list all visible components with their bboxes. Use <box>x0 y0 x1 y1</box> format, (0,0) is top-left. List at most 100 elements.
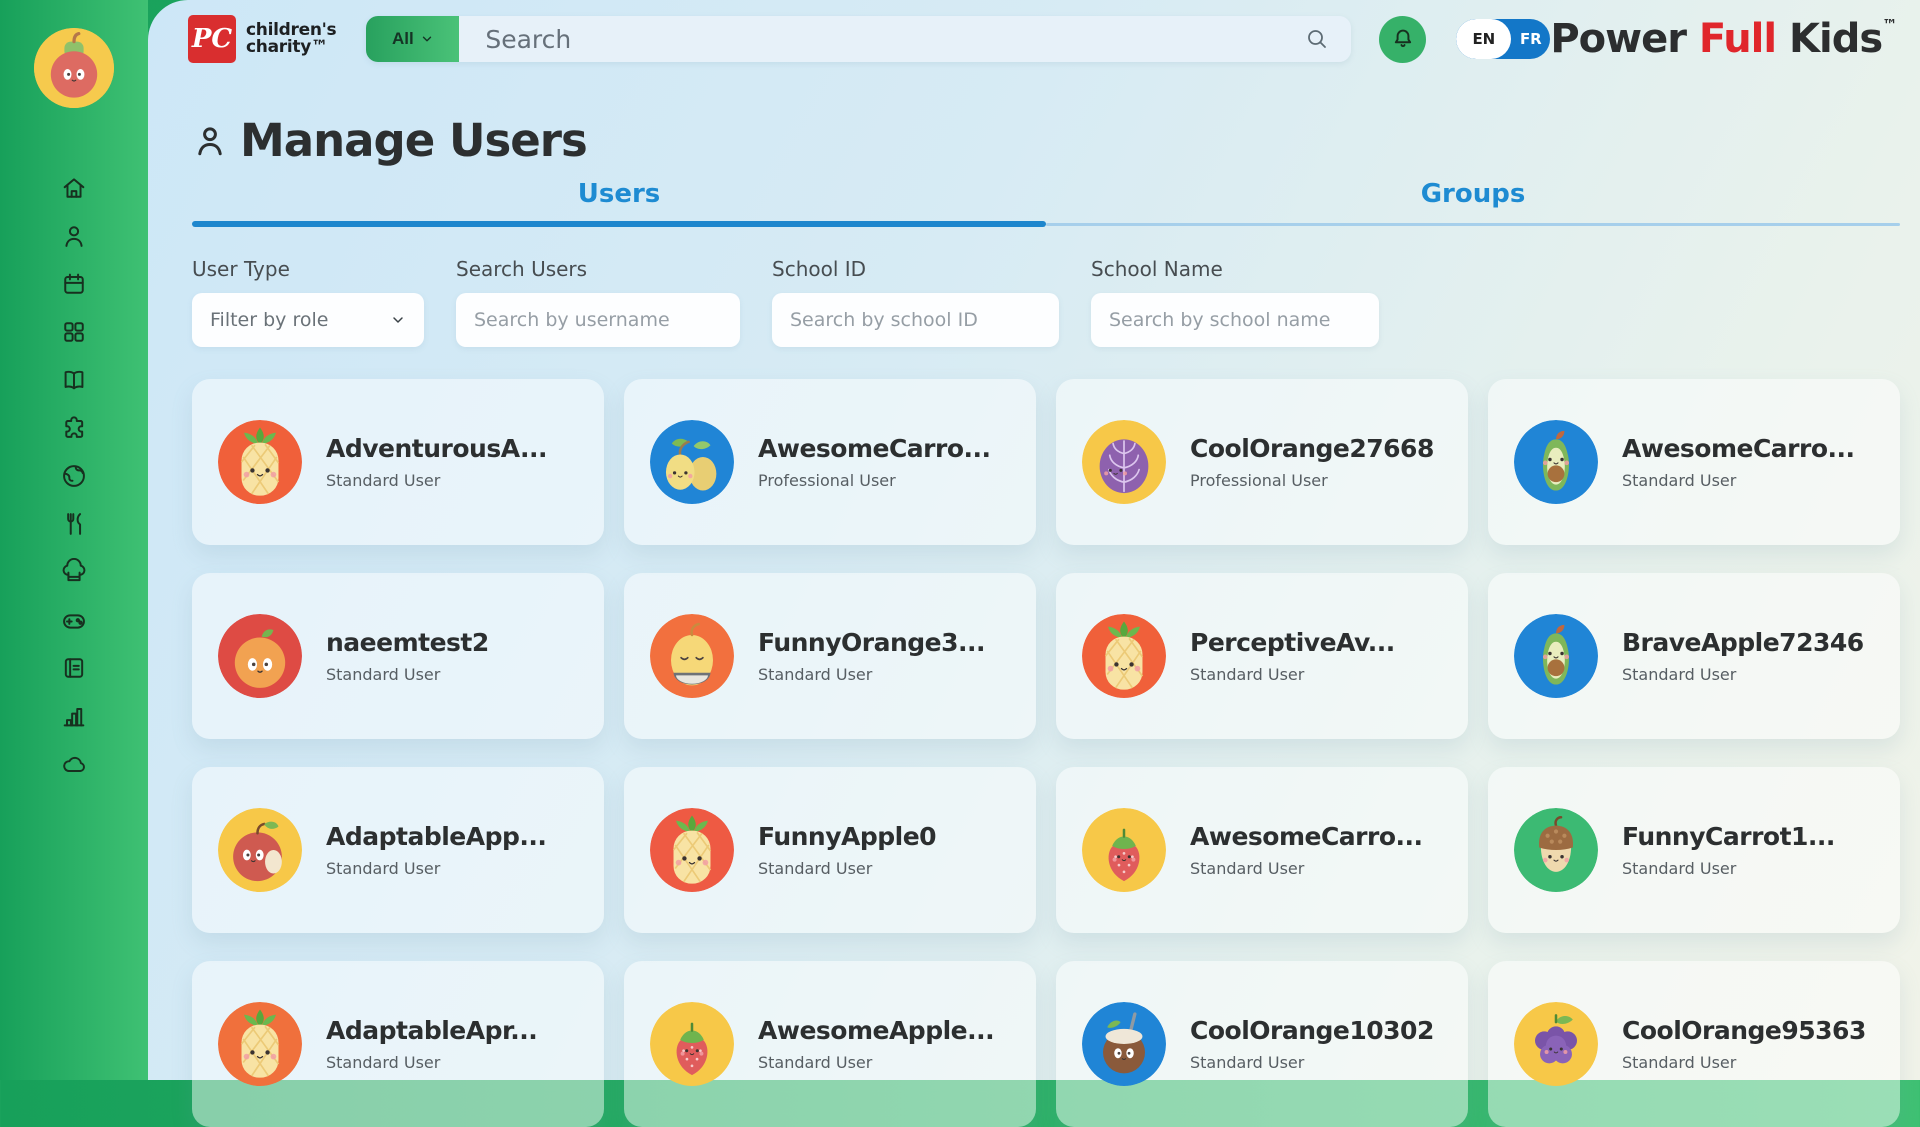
user-role: Standard User <box>326 1053 537 1072</box>
cloud-icon <box>60 750 88 778</box>
pineapple-avatar <box>218 1002 302 1086</box>
language-fr[interactable]: FR <box>1511 19 1550 59</box>
sidebar <box>0 0 148 1080</box>
user-card[interactable]: AwesomeApple... Standard User <box>624 961 1036 1127</box>
search-icon[interactable] <box>1305 27 1329 51</box>
sidebar-item-chef-hat[interactable] <box>60 558 88 586</box>
user-name: AdaptableApr... <box>326 1016 537 1045</box>
tabs: Users Groups <box>192 179 1900 227</box>
user-card[interactable]: PerceptiveAv... Standard User <box>1056 573 1468 739</box>
user-type-select[interactable]: Filter by role <box>192 293 424 347</box>
search-scope-button[interactable]: All <box>366 16 459 62</box>
coconut-drink-avatar <box>1082 1002 1166 1086</box>
user-name: CoolOrange27668 <box>1190 434 1434 463</box>
sidebar-item-calendar[interactable] <box>60 270 88 298</box>
search-input[interactable] <box>459 16 1351 62</box>
filters: User Type Filter by role Search Users Sc… <box>192 257 1900 347</box>
user-icon <box>60 222 88 250</box>
acorn-avatar <box>1514 808 1598 892</box>
sidebar-item-gamepad[interactable] <box>60 606 88 634</box>
brand-title: Power Full Kids™ <box>1550 16 1897 62</box>
user-role: Standard User <box>1190 665 1395 684</box>
user-card[interactable]: AdventurousA... Standard User <box>192 379 604 545</box>
sidebar-item-cloud[interactable] <box>60 750 88 778</box>
user-role: Professional User <box>1190 471 1434 490</box>
user-name: AwesomeCarro... <box>758 434 991 463</box>
user-role: Standard User <box>758 665 985 684</box>
filter-search-users: Search Users <box>456 257 740 347</box>
user-role: Standard User <box>1622 665 1864 684</box>
strawberry-avatar <box>1082 808 1166 892</box>
user-role: Standard User <box>326 665 489 684</box>
charity-logo: PC children's charity™ <box>188 15 336 63</box>
user-role: Standard User <box>326 859 546 878</box>
sidebar-item-bar-chart[interactable] <box>60 702 88 730</box>
strawberry-avatar <box>650 1002 734 1086</box>
content-area: PC children's charity™ All <box>148 0 1920 1080</box>
user-card[interactable]: FunnyOrange3... Standard User <box>624 573 1036 739</box>
user-name: naeemtest2 <box>326 628 489 657</box>
gamepad-icon <box>60 606 88 634</box>
user-name: FunnyApple0 <box>758 822 936 851</box>
user-card[interactable]: BraveApple72346 Standard User <box>1488 573 1900 739</box>
user-name: AwesomeCarro... <box>1190 822 1423 851</box>
sidebar-item-book-open[interactable] <box>60 366 88 394</box>
user-role: Standard User <box>1190 859 1423 878</box>
user-card[interactable]: AwesomeCarro... Standard User <box>1488 379 1900 545</box>
user-card[interactable]: AwesomeCarro... Standard User <box>1056 767 1468 933</box>
global-search: All <box>366 16 1351 62</box>
user-card[interactable]: CoolOrange95363 Standard User <box>1488 961 1900 1127</box>
tab-groups[interactable]: Groups <box>1046 179 1900 227</box>
language-en[interactable]: EN <box>1456 19 1511 59</box>
sidebar-item-utensils[interactable] <box>60 510 88 538</box>
peach-avatar <box>218 614 302 698</box>
sidebar-item-grid[interactable] <box>60 318 88 346</box>
school-name-search-input[interactable] <box>1109 309 1361 331</box>
journal-icon <box>60 654 88 682</box>
filter-user-type: User Type Filter by role <box>192 257 424 347</box>
user-name: CoolOrange95363 <box>1622 1016 1866 1045</box>
user-role: Standard User <box>758 1053 994 1072</box>
user-name: PerceptiveAv... <box>1190 628 1395 657</box>
user-card[interactable]: FunnyApple0 Standard User <box>624 767 1036 933</box>
page-title: Manage Users <box>240 114 587 167</box>
school-id-search-input[interactable] <box>790 309 1041 331</box>
pineapple-avatar <box>650 808 734 892</box>
user-name: AwesomeApple... <box>758 1016 994 1045</box>
sidebar-item-puzzle[interactable] <box>60 414 88 442</box>
username-search-input[interactable] <box>474 309 722 331</box>
user-card[interactable]: CoolOrange27668 Professional User <box>1056 379 1468 545</box>
profile-avatar[interactable] <box>34 28 114 108</box>
notifications-button[interactable] <box>1379 16 1426 63</box>
user-card-grid: AdventurousA... Standard User AwesomeCar… <box>192 379 1900 1127</box>
grapes-avatar <box>1514 1002 1598 1086</box>
pineapple-avatar <box>1082 614 1166 698</box>
tab-groups-underline <box>1046 223 1900 226</box>
page-title-row: Manage Users <box>192 114 1900 167</box>
sidebar-item-home[interactable] <box>60 174 88 202</box>
user-card[interactable]: naeemtest2 Standard User <box>192 573 604 739</box>
user-card[interactable]: AdaptableApp... Standard User <box>192 767 604 933</box>
apple-avatar <box>218 808 302 892</box>
bell-icon <box>1390 26 1416 52</box>
user-name: AdaptableApp... <box>326 822 546 851</box>
filter-school-name: School Name <box>1091 257 1379 347</box>
globe-icon <box>60 462 88 490</box>
tab-users[interactable]: Users <box>192 179 1046 227</box>
pineapple-avatar <box>218 420 302 504</box>
language-toggle[interactable]: EN FR <box>1456 19 1550 59</box>
user-card[interactable]: AdaptableApr... Standard User <box>192 961 604 1127</box>
sidebar-item-journal[interactable] <box>60 654 88 682</box>
tab-users-underline <box>192 221 1046 227</box>
user-role: Standard User <box>1190 1053 1434 1072</box>
user-card[interactable]: AwesomeCarro... Professional User <box>624 379 1036 545</box>
sidebar-item-globe[interactable] <box>60 462 88 490</box>
utensils-icon <box>60 510 88 538</box>
topbar: PC children's charity™ All <box>148 0 1920 78</box>
sidebar-item-user[interactable] <box>60 222 88 250</box>
cabbage-avatar <box>1082 420 1166 504</box>
pc-logo-icon: PC <box>188 15 236 63</box>
user-card[interactable]: CoolOrange10302 Standard User <box>1056 961 1468 1127</box>
user-card[interactable]: FunnyCarrot1... Standard User <box>1488 767 1900 933</box>
book-open-icon <box>60 366 88 394</box>
